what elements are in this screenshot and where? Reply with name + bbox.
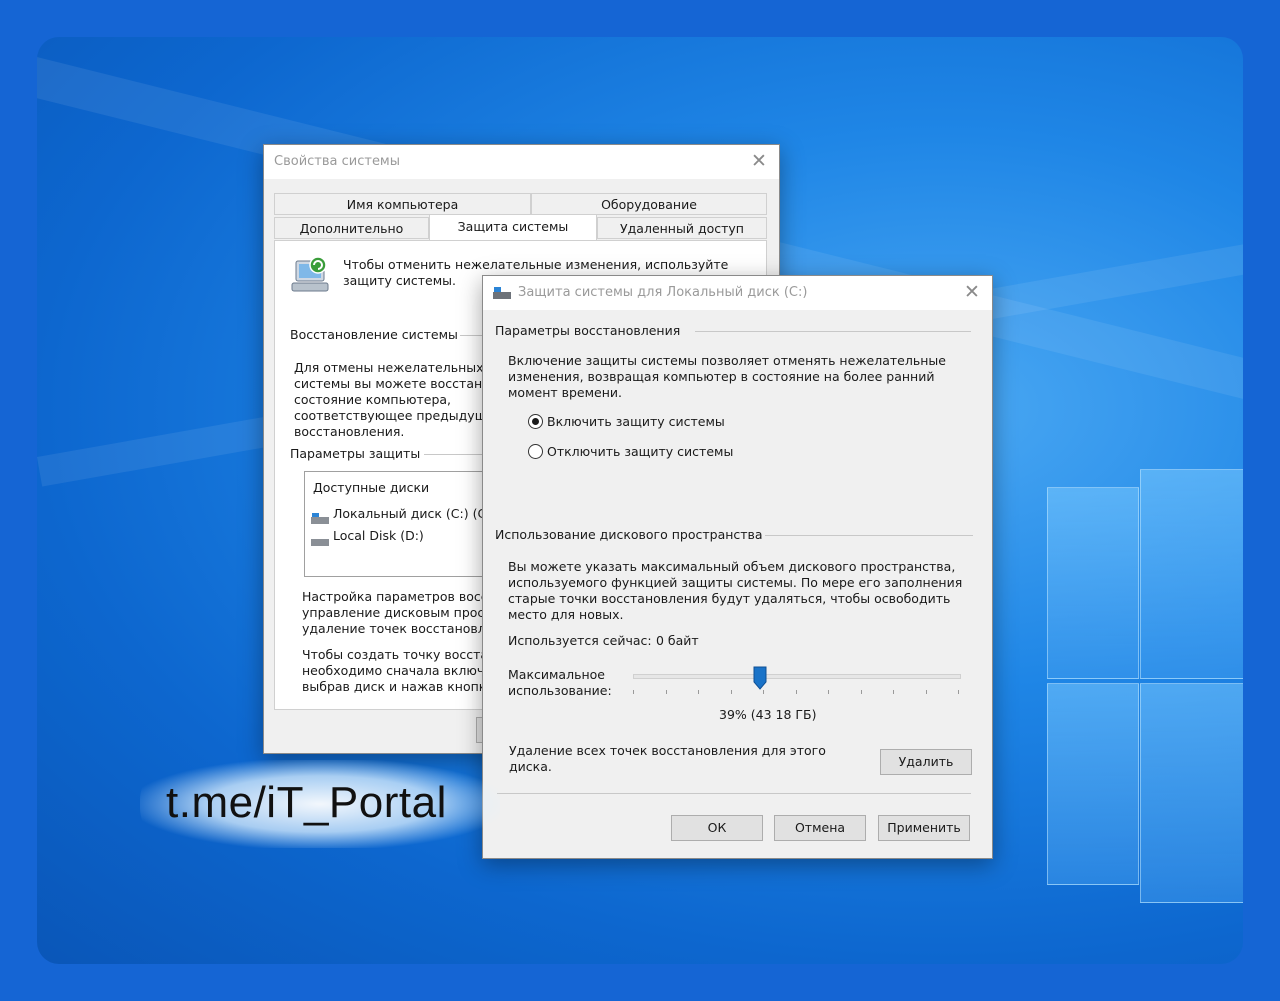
tab-advanced[interactable]: Дополнительно — [274, 217, 429, 239]
slider-tick — [698, 690, 699, 694]
apply-button[interactable]: Применить — [878, 815, 970, 841]
disks-header: Доступные диски — [313, 480, 430, 495]
max-usage-slider[interactable] — [633, 666, 961, 698]
restore-params-header: Параметры восстановления — [495, 323, 681, 338]
enable-protection-radio[interactable] — [528, 414, 543, 429]
slider-tick — [666, 690, 667, 694]
slider-tick — [796, 690, 797, 694]
disable-protection-radio[interactable] — [528, 444, 543, 459]
slider-tick — [828, 690, 829, 694]
protection-section-label: Параметры защиты — [290, 446, 421, 461]
slider-tick — [763, 690, 764, 694]
tab-remote[interactable]: Удаленный доступ — [597, 217, 767, 239]
drive-icon — [311, 532, 329, 546]
system-drive-icon — [493, 287, 511, 299]
tab-hardware[interactable]: Оборудование — [531, 193, 767, 215]
slider-track — [633, 674, 961, 679]
disk-item-c[interactable]: Локальный диск (C:) (Си — [333, 506, 494, 521]
delete-text: Удаление всех точек восстановления для э… — [509, 743, 826, 774]
slider-tick — [926, 690, 927, 694]
create-text: Чтобы создать точку восста необходимо сн… — [302, 647, 494, 694]
current-usage-label: Используется сейчас: — [508, 633, 652, 648]
config-text: Настройка параметров восс управление дис… — [302, 589, 494, 636]
dialog-title: Защита системы для Локальный диск (C:) — [518, 285, 808, 300]
separator — [497, 793, 971, 794]
disk-usage-header: Использование дискового пространства — [495, 527, 763, 542]
disk-item-d[interactable]: Local Disk (D:) — [333, 528, 424, 543]
max-usage-label: Максимальное использование: — [508, 667, 612, 698]
system-protection-icon — [291, 256, 329, 292]
dialog-titlebar: Защита системы для Локальный диск (C:) ✕ — [483, 276, 992, 310]
slider-tick — [893, 690, 894, 694]
separator — [765, 535, 973, 536]
close-icon[interactable]: ✕ — [962, 282, 982, 302]
tab-system-protection[interactable]: Защита системы — [429, 214, 597, 240]
current-usage-value: 0 байт — [656, 633, 699, 648]
delete-button[interactable]: Удалить — [880, 749, 972, 775]
window-title: Свойства системы — [274, 154, 401, 169]
slider-value: 39% (43 18 ГБ) — [719, 707, 817, 722]
slider-tick — [633, 690, 634, 694]
disk-usage-text: Вы можете указать максимальный объем дис… — [508, 559, 963, 622]
slider-thumb[interactable] — [753, 666, 767, 690]
cancel-button[interactable]: Отмена — [774, 815, 866, 841]
enable-protection-label[interactable]: Включить защиту системы — [547, 414, 725, 429]
tab-computer-name[interactable]: Имя компьютера — [274, 193, 531, 215]
close-icon[interactable]: ✕ — [749, 151, 769, 171]
slider-tick — [731, 690, 732, 694]
watermark-text: t.me/iT_Portal — [166, 778, 447, 827]
slider-tick — [861, 690, 862, 694]
disable-protection-label[interactable]: Отключить защиту системы — [547, 444, 733, 459]
restore-params-text: Включение защиты системы позволяет отмен… — [508, 353, 946, 400]
system-drive-icon — [311, 510, 329, 524]
restore-text: Для отмены нежелательных системы вы може… — [294, 360, 495, 439]
separator — [695, 331, 971, 332]
slider-tick — [958, 690, 959, 694]
ok-button[interactable]: ОК — [671, 815, 763, 841]
restore-section-label: Восстановление системы — [290, 327, 458, 342]
system-properties-titlebar: Свойства системы ✕ — [264, 145, 779, 179]
system-protection-dialog: Защита системы для Локальный диск (C:) ✕… — [482, 275, 993, 859]
